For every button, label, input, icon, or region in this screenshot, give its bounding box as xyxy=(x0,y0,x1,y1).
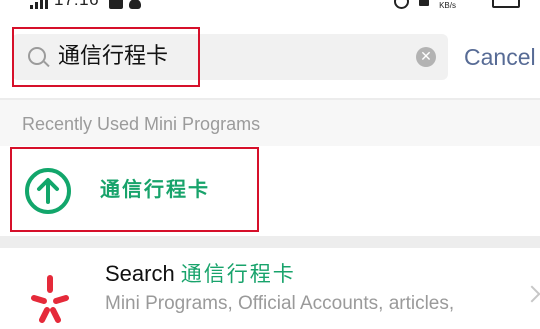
notification-icon xyxy=(129,0,142,9)
search-suggestion-row[interactable]: Search 通信行程卡 Mini Programs, Official Acco… xyxy=(0,248,540,323)
annotation-highlight-mini-program xyxy=(10,147,259,232)
annotation-highlight-search xyxy=(12,27,200,87)
signal-icon xyxy=(30,0,48,9)
search-term: 通信行程卡 xyxy=(180,262,296,286)
search-suggestion-subtitle: Mini Programs, Official Accounts, articl… xyxy=(105,293,455,314)
status-bar: 17:16 KB/s xyxy=(0,0,540,18)
clear-icon[interactable]: ✕ xyxy=(416,47,436,67)
battery-icon xyxy=(492,0,520,8)
recent-section-label: Recently Used Mini Programs xyxy=(22,114,261,134)
message-icon xyxy=(109,0,124,9)
search-prefix: Search xyxy=(105,261,175,286)
wifi-icon xyxy=(466,0,482,7)
search-suggestion-title: Search 通信行程卡 xyxy=(105,260,296,291)
cancel-button[interactable]: Cancel xyxy=(464,42,536,72)
recent-section-header: Recently Used Mini Programs xyxy=(0,100,540,146)
mute-bell-icon xyxy=(419,0,430,6)
status-right: KB/s xyxy=(394,0,520,10)
search-burst-icon xyxy=(22,268,78,324)
status-left: 17:16 xyxy=(30,0,142,9)
section-gap xyxy=(0,236,540,248)
net-speed-unit: KB/s xyxy=(439,1,456,10)
alarm-icon xyxy=(394,0,410,9)
chevron-right-icon xyxy=(523,285,540,303)
status-time: 17:16 xyxy=(54,0,99,9)
